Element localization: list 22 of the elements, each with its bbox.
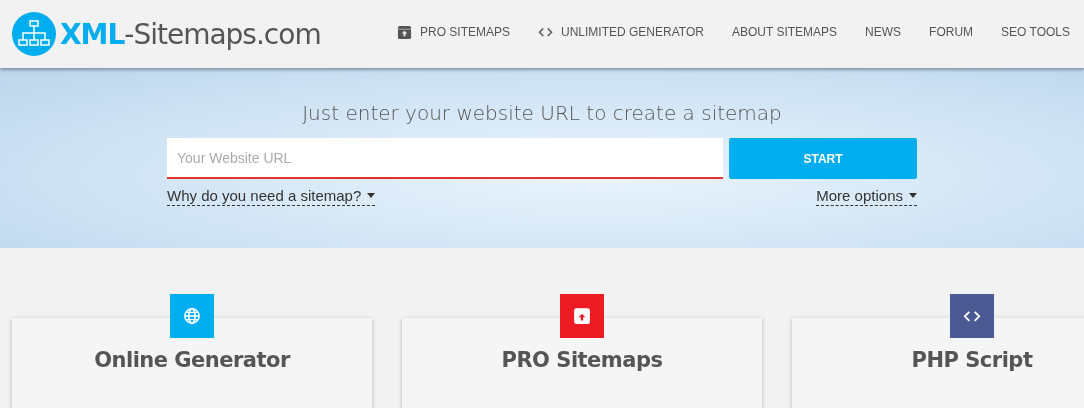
code-icon bbox=[538, 26, 554, 38]
nav-link[interactable]: FORUM bbox=[929, 25, 974, 39]
dropdown-link[interactable]: Why do you need a sitemap? bbox=[167, 187, 376, 206]
nav-link[interactable]: ABOUT SITEMAPS bbox=[731, 25, 838, 39]
card-title: PHP Script bbox=[911, 348, 1033, 374]
nav-link[interactable]: NEWS bbox=[865, 25, 902, 39]
site-logo[interactable]: XML-Sitemaps.com bbox=[60, 17, 321, 51]
url-field[interactable]: Your Website URL bbox=[167, 138, 723, 179]
nav-link[interactable]: UNLIMITED GENERATOR bbox=[538, 25, 704, 39]
archive-icon bbox=[397, 24, 412, 40]
globe-icon bbox=[183, 307, 201, 325]
nav-link[interactable]: SEO TOOLS bbox=[1001, 25, 1070, 39]
caret-icon bbox=[909, 193, 917, 198]
card-title: PRO Sitemaps bbox=[501, 348, 663, 374]
archive-icon bbox=[573, 307, 591, 325]
card-title: Online Generator bbox=[94, 348, 290, 374]
code-icon bbox=[963, 309, 981, 323]
dropdown-link[interactable]: More options bbox=[816, 187, 917, 206]
logo-icon bbox=[12, 12, 56, 56]
caret-icon bbox=[367, 193, 376, 198]
hero-title: Just enter your website URL to create a sitemap bbox=[302, 101, 782, 125]
nav-link[interactable]: PRO SITEMAPS bbox=[397, 24, 511, 40]
